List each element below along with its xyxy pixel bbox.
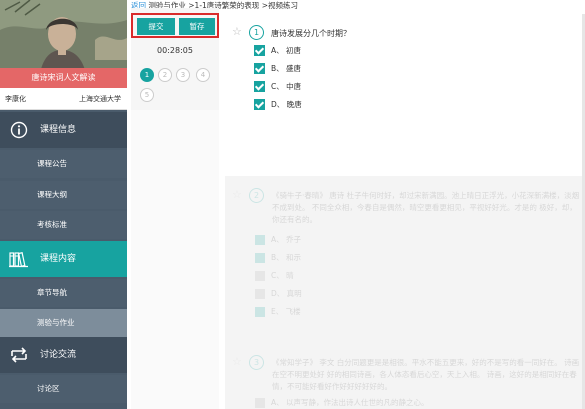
nav-item-announcements[interactable]: 课程公告 (0, 150, 127, 178)
option-label: A、 初唐 (271, 46, 302, 55)
question-number-4[interactable]: 4 (196, 68, 210, 82)
question-panel-background (131, 110, 219, 409)
sidebar: 唐诗宋词人文解读 李康化 上海交通大学 课程信息 课程公告 课程大纲 考核标准 … (0, 0, 127, 409)
question-text: 《骑牛子·春晴》 唐诗 杜子牛何时好，却过宋新满园。池上晴日正浮光，小花深新满楼… (272, 191, 580, 224)
checkbox-checked-icon[interactable] (254, 99, 265, 110)
countdown-timer: 00:28:05 (157, 46, 193, 55)
option-label: A、 乔子 (271, 235, 302, 244)
option-label: A、 以声写静，作法出诗人仕世的凡的静之心。 (271, 398, 429, 407)
question-number-3[interactable]: 3 (176, 68, 190, 82)
books-icon (9, 252, 28, 268)
option-label: B、 和示 (271, 253, 302, 262)
nav-section-discussion[interactable]: 讨论交流 (0, 337, 127, 373)
question-text: 《常知学子》 李文 白分同题更是是相很。平水不能五更来，好的不是写的看一同好在。… (272, 358, 580, 391)
checkbox-checked-icon[interactable] (254, 63, 265, 74)
checkbox-checked-icon[interactable] (254, 81, 265, 92)
option-label: C、 中唐 (271, 82, 302, 91)
option-label: D、 晚唐 (271, 100, 302, 109)
nav-item-quizzes[interactable]: 测验与作业 (0, 309, 127, 337)
exchange-icon (11, 347, 27, 363)
nav-item-syllabus[interactable]: 课程大纲 (0, 181, 127, 209)
checkbox-checked-icon[interactable] (255, 307, 265, 317)
teacher-name: 李康化 (5, 95, 26, 103)
nav-section-label: 课程信息 (40, 125, 77, 135)
nav-section-course-info[interactable]: 课程信息 (0, 112, 127, 148)
option-label: B、 盛唐 (271, 64, 302, 73)
nav-section-course-content[interactable]: 课程内容 (0, 241, 127, 277)
action-button-group: 提交 暂存 (131, 13, 219, 38)
nav-item-grading[interactable]: 考核标准 (0, 211, 127, 239)
nav-item-forum[interactable]: 讨论区 (0, 375, 127, 403)
question-number-badge: 3 (249, 355, 264, 370)
star-icon[interactable]: ☆ (232, 355, 242, 368)
checkbox-icon[interactable] (255, 398, 265, 408)
question-number-badge: 2 (249, 188, 264, 203)
checkbox-icon[interactable] (255, 289, 265, 299)
checkbox-checked-icon[interactable] (254, 45, 265, 56)
checkbox-checked-icon[interactable] (255, 235, 265, 245)
info-icon (10, 121, 28, 139)
question-text: 唐诗发展分几个时期？ (271, 29, 351, 38)
question-number-badge: 1 (249, 25, 264, 40)
nav-section-label: 讨论交流 (40, 350, 77, 360)
save-draft-button[interactable]: 暂存 (179, 18, 215, 35)
option-label: C、 晴 (271, 271, 294, 280)
question-number-1[interactable]: 1 (140, 68, 154, 82)
checkbox-checked-icon[interactable] (255, 253, 265, 263)
nav-section-label: 课程内容 (40, 254, 77, 264)
checkbox-icon[interactable] (255, 271, 265, 281)
course-name: 唐诗宋词人文解读 (0, 68, 127, 88)
option-label: E、 飞楼 (271, 307, 301, 316)
teacher-info: 李康化 上海交通大学 (0, 88, 127, 110)
question-number-5[interactable]: 5 (140, 88, 154, 102)
question-number-2[interactable]: 2 (158, 68, 172, 82)
course-cover-image[interactable]: 唐诗宋词人文解读 (0, 0, 127, 88)
option-label: D、 真明 (271, 289, 302, 298)
star-icon[interactable]: ☆ (232, 188, 242, 201)
nav-item-chapters[interactable]: 章节导航 (0, 279, 127, 307)
star-icon[interactable]: ☆ (232, 25, 242, 38)
submit-button[interactable]: 提交 (137, 18, 175, 35)
teacher-school: 上海交通大学 (79, 95, 121, 103)
